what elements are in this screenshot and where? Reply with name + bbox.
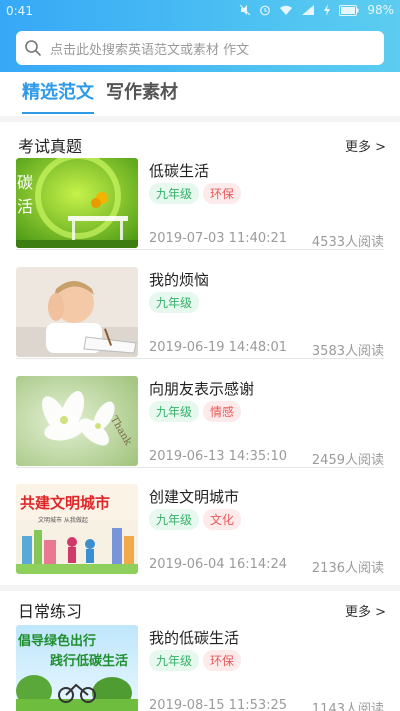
status-time: 0:41 [6, 4, 33, 18]
exam-section-title: 考试真题 [18, 137, 83, 156]
thumbnail-text: 践行低碳生活 [50, 653, 128, 669]
thumbnail-text: 活 [17, 197, 33, 216]
divider [0, 585, 400, 591]
app-header: 0:41 98% 点击此处搜索英语范文或素材 作文 [0, 0, 400, 72]
signal-icon [301, 4, 315, 16]
mute-icon [239, 4, 251, 16]
read-count: 1143人阅读 [311, 702, 384, 711]
thumbnail-text: 碳 [17, 173, 33, 192]
tag-topic: 环保 [203, 183, 242, 204]
tag-topic: 环保 [203, 650, 242, 671]
daily-section-title: 日常练习 [18, 602, 83, 621]
item-tags: 九年级 情感 [149, 401, 242, 422]
battery-level: 98% [367, 3, 394, 17]
search-icon [25, 40, 41, 56]
tag-grade: 九年级 [149, 650, 200, 671]
thumbnail-text: 文明城市 从我做起 [38, 516, 88, 524]
read-count: 3583人阅读 [311, 344, 384, 359]
tag-grade: 九年级 [149, 509, 200, 530]
thumbnail-image [16, 267, 138, 357]
tag-grade: 九年级 [149, 292, 200, 313]
item-tags: 九年级 文化 [149, 509, 242, 530]
thumbnail-image: 共建文明城市 文明城市 从我做起 [16, 484, 138, 574]
thumbnail-text: 共建文明城市 [20, 494, 110, 512]
thumbnail-image: Thank [16, 376, 138, 466]
daily-more-link[interactable]: 更多 > [345, 601, 386, 620]
status-icons: 98% [239, 3, 394, 17]
battery-icon [339, 4, 359, 16]
item-title: 向朋友表示感谢 [149, 380, 255, 398]
daily-section-header: 日常练习 更多 > [18, 598, 386, 622]
search-bar[interactable]: 点击此处搜索英语范文或素材 作文 [16, 31, 384, 65]
wifi-icon [279, 4, 293, 16]
item-tags: 九年级 [149, 292, 200, 313]
list-item[interactable]: 共建文明城市 文明城市 从我做起 创建文明城市 九年级 文化 2019-06-0… [16, 484, 384, 576]
publish-time: 2019-07-03 11:40:21 [149, 231, 288, 246]
charging-icon [323, 4, 331, 16]
item-tags: 九年级 环保 [149, 650, 242, 671]
list-item[interactable]: Thank 向朋友表示感谢 九年级 情感 2019-06-13 14:35:10… [16, 376, 384, 468]
divider [0, 116, 400, 122]
publish-time: 2019-06-13 14:35:10 [149, 449, 288, 464]
thumbnail-image: 碳 活 [16, 158, 138, 248]
tag-topic: 情感 [203, 401, 242, 422]
status-bar: 0:41 98% [0, 0, 400, 22]
list-item[interactable]: 我的烦恼 九年级 2019-06-19 14:48:01 3583人阅读 [16, 267, 384, 359]
item-title: 我的烦恼 [149, 271, 210, 289]
publish-time: 2019-06-19 14:48:01 [149, 340, 288, 355]
alarm-icon [259, 4, 271, 16]
list-item[interactable]: 倡导绿色出行 践行低碳生活 我的低碳生活 九年级 环保 2019-08-15 1… [16, 625, 384, 711]
category-tabs: 精选范文 写作素材 [22, 80, 178, 114]
item-title: 创建文明城市 [149, 488, 240, 506]
tag-grade: 九年级 [149, 401, 200, 422]
item-title: 低碳生活 [149, 162, 210, 180]
thumbnail-image: 倡导绿色出行 践行低碳生活 [16, 625, 138, 711]
thumbnail-text: 倡导绿色出行 [17, 633, 96, 649]
publish-time: 2019-06-04 16:14:24 [149, 557, 288, 572]
exam-more-link[interactable]: 更多 > [345, 136, 386, 155]
read-count: 2459人阅读 [311, 453, 384, 468]
item-tags: 九年级 环保 [149, 183, 242, 204]
tag-topic: 文化 [203, 509, 242, 530]
tab-writing-materials[interactable]: 写作素材 [106, 80, 178, 110]
exam-section-header: 考试真题 更多 > [18, 133, 386, 157]
tag-grade: 九年级 [149, 183, 200, 204]
read-count: 4533人阅读 [311, 235, 384, 250]
list-item[interactable]: 碳 活 低碳生活 九年级 环保 2019-07-03 11:40:21 4533… [16, 158, 384, 250]
read-count: 2136人阅读 [311, 561, 384, 576]
search-placeholder: 点击此处搜索英语范文或素材 作文 [50, 42, 250, 58]
item-title: 我的低碳生活 [149, 629, 240, 647]
tab-featured-essays[interactable]: 精选范文 [22, 80, 94, 114]
publish-time: 2019-08-15 11:53:25 [149, 698, 288, 711]
